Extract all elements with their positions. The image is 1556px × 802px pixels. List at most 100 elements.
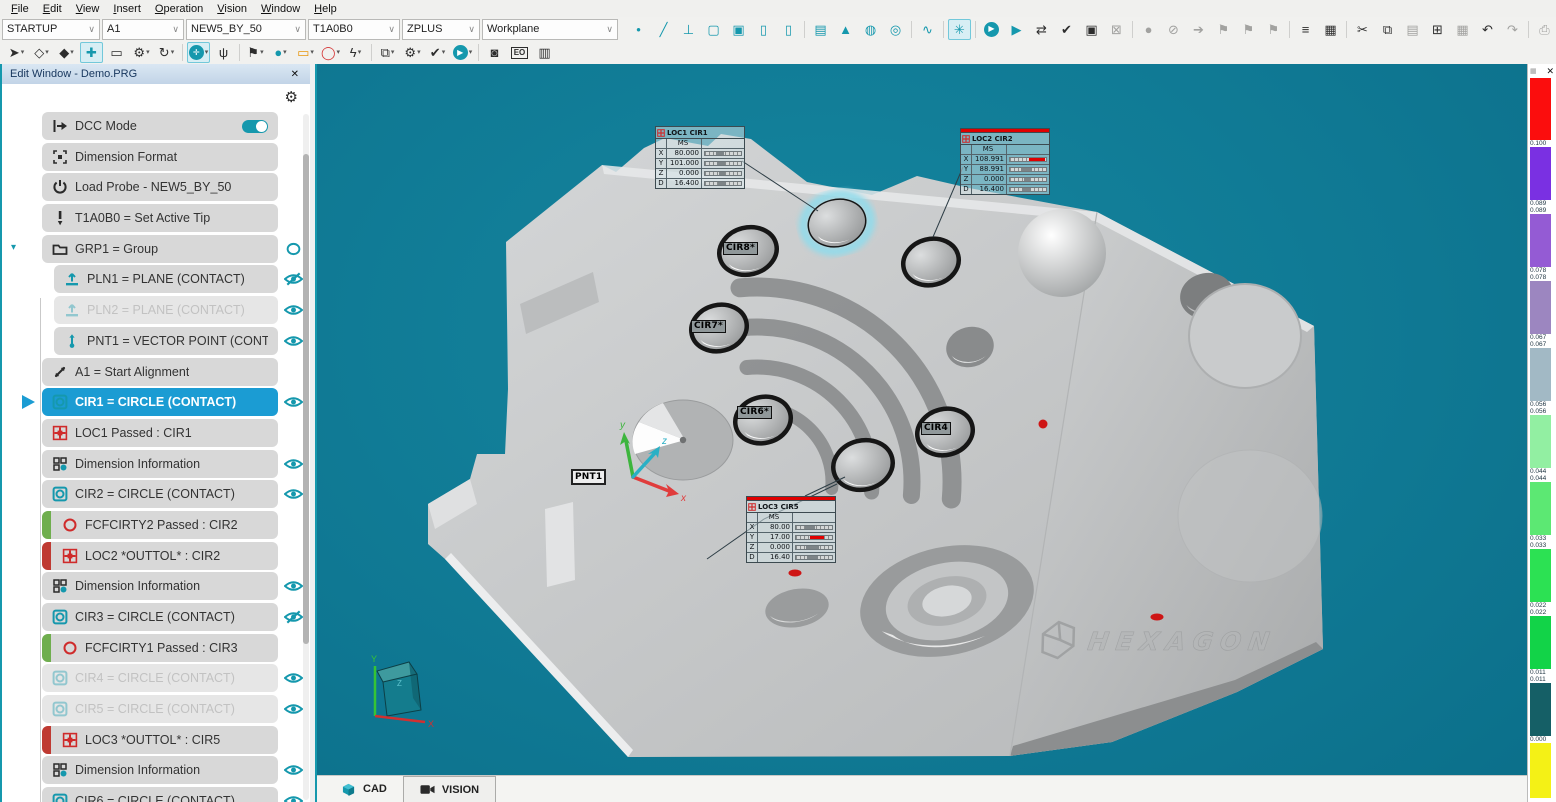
eye-icon[interactable] (284, 457, 303, 471)
report-window-icon[interactable]: ≡ (1294, 19, 1317, 40)
round-slot-feature-icon[interactable]: ▢ (702, 19, 725, 40)
bookmark-next-icon[interactable]: ⚑ (1237, 19, 1260, 40)
redo-icon[interactable]: ↷ (1501, 19, 1524, 40)
square-slot-feature-icon[interactable]: ▣ (727, 19, 750, 40)
eye-slash-icon[interactable] (284, 610, 303, 624)
gear-icon[interactable]: ⚙ (285, 88, 298, 106)
auto-feature-icon[interactable]: ✳ (948, 19, 971, 40)
tree-item-pln1[interactable]: PLN1 = PLANE (CONTACT) (2, 265, 310, 293)
cone-feature-icon[interactable]: ▲ (834, 19, 857, 40)
feature-id-display-icon[interactable]: ⚑▾ (244, 42, 267, 63)
lobe-display-icon[interactable]: ●▾ (269, 42, 292, 63)
camera-capture-icon[interactable]: ◙ (483, 42, 506, 63)
tab-cad[interactable]: CAD (325, 776, 403, 802)
go-to-icon[interactable]: ➔ (1187, 19, 1210, 40)
pan-mode-icon[interactable]: ✚ (80, 42, 103, 63)
tree-item-dim-info-2[interactable]: Dimension Information (2, 572, 310, 600)
undo-icon[interactable]: ↶ (1476, 19, 1499, 40)
eye-icon[interactable] (284, 671, 303, 685)
probe-file-select[interactable]: STARTUP∨ (2, 19, 100, 40)
tree-item-dimension-format[interactable]: Dimension Format (2, 143, 310, 171)
marked-sets-icon[interactable]: ▣ (1080, 19, 1103, 40)
torus-feature-icon[interactable]: ◎ (884, 19, 907, 40)
histogram-icon[interactable]: ▥ (533, 42, 556, 63)
orientation-cube[interactable]: Y X Z (371, 654, 434, 729)
workplane-select[interactable]: ZPLUS∨ (402, 19, 480, 40)
confirm-icon[interactable]: ✔▾ (426, 42, 449, 63)
cylinder-feature-icon[interactable]: ▤ (809, 19, 832, 40)
probe-toggle-icon[interactable]: ➤▾ (5, 42, 28, 63)
eye-icon[interactable] (284, 303, 303, 317)
edit-window-close-icon[interactable]: ✕ (288, 69, 302, 80)
eye-icon[interactable] (284, 334, 303, 348)
clear-breakpoint-icon[interactable]: ⊘ (1162, 19, 1185, 40)
notch-feature-icon[interactable]: ▯ (752, 19, 775, 40)
eye-slash-icon[interactable] (284, 272, 303, 286)
print-icon[interactable]: ⎙ (1533, 19, 1556, 40)
curve-feature-icon[interactable]: ∿ (916, 19, 939, 40)
tree-item-grp1[interactable]: ▾GRP1 = Group (2, 235, 310, 263)
eye-icon[interactable] (284, 579, 303, 593)
eye-icon[interactable] (284, 395, 303, 409)
window-layouts-icon[interactable]: ⧉▾ (376, 42, 399, 63)
done-icon[interactable]: ✔ (1055, 19, 1078, 40)
zoom-controls-icon[interactable]: ✛▾ (187, 42, 210, 63)
dim-box-loc3[interactable]: LOC3 CIR5MSX80.00Y17.00Z0.000D16.40 (746, 496, 836, 563)
menu-help[interactable]: Help (307, 2, 344, 16)
tree-item-cir4[interactable]: CIR4 = CIRCLE (CONTACT) (2, 664, 310, 692)
edit-window-titlebar[interactable]: Edit Window - Demo.PRG ✕ (2, 64, 310, 84)
dim-box-loc2[interactable]: LOC2 CIR2MSX108.991Y88.991Z0.000D16.400 (960, 128, 1050, 195)
tree-item-pln2[interactable]: PLN2 = PLANE (CONTACT) (2, 296, 310, 324)
play-controls-icon[interactable]: ▶▾ (451, 42, 474, 63)
visibility-circle-icon[interactable] (284, 242, 303, 256)
tree-item-dcc-mode[interactable]: DCC Mode (2, 112, 310, 140)
gage-circle-icon[interactable]: ◯▾ (319, 42, 342, 63)
workplane-label-select[interactable]: Workplane∨ (482, 19, 618, 40)
report-template-icon[interactable]: ▦ (1319, 19, 1342, 40)
tip-select[interactable]: T1A0B0∨ (308, 19, 400, 40)
menu-edit[interactable]: Edit (36, 2, 69, 16)
tree-item-cir2[interactable]: CIR2 = CIRCLE (CONTACT) (2, 480, 310, 508)
panel-splitter[interactable] (310, 64, 317, 802)
line-feature-icon[interactable]: ╱ (652, 19, 675, 40)
tree-item-loc3[interactable]: LOC3 *OUTTOL* : CIR5 (2, 726, 310, 754)
shaded-view-icon[interactable]: ◆▾ (55, 42, 78, 63)
gage-rectangle-icon[interactable]: ▭▾ (294, 42, 317, 63)
tree-item-dim-info-1[interactable]: Dimension Information (2, 450, 310, 478)
tree-item-cir5[interactable]: CIR5 = CIRCLE (CONTACT) (2, 695, 310, 723)
eye-icon[interactable] (284, 487, 303, 501)
feature-tag-cir4[interactable]: CIR4 (921, 422, 951, 435)
pattern-icon[interactable]: ▦ (1451, 19, 1474, 40)
bookmark-clear-icon[interactable]: ⚑ (1262, 19, 1285, 40)
cad-viewport[interactable]: HEXAGON y z x Y X Z LOC1 CIR1MSX80.000Y1 (317, 64, 1527, 775)
view-orientation-icon[interactable]: ◇▾ (30, 42, 53, 63)
tree-item-a1[interactable]: A1 = Start Alignment (2, 358, 310, 386)
breakpoint-icon[interactable]: ● (1137, 19, 1160, 40)
menu-window[interactable]: Window (254, 2, 307, 16)
quick-measure-icon[interactable]: ϟ▾ (344, 42, 367, 63)
menu-operation[interactable]: Operation (148, 2, 210, 16)
id-box-icon[interactable]: EO (508, 42, 531, 63)
tree-item-cir6[interactable]: CIR6 = CIRCLE (CONTACT) (2, 787, 310, 802)
expander-icon[interactable]: ▾ (11, 242, 16, 253)
scrollbar-thumb[interactable] (303, 154, 309, 644)
scale-options-icon[interactable]: ▦ (1530, 67, 1537, 75)
feature-tag-cir8[interactable]: CIR8* (723, 242, 758, 255)
rect-feature-icon[interactable]: ▯ (777, 19, 800, 40)
paste-special-icon[interactable]: ⊞ (1426, 19, 1449, 40)
annotation-icon[interactable]: ▭ (105, 42, 128, 63)
probe-select[interactable]: NEW5_BY_50∨ (186, 19, 306, 40)
feature-tag-cir6[interactable]: CIR6* (737, 406, 772, 419)
tree-item-pnt1[interactable]: PNT1 = VECTOR POINT (CONTACT) (2, 327, 310, 355)
tree-item-set-active-tip[interactable]: T1A0B0 = Set Active Tip (2, 204, 310, 232)
tree-item-fcfcirty1[interactable]: FCFCIRTY1 Passed : CIR3 (2, 634, 310, 662)
point-feature-icon[interactable]: • (627, 19, 650, 40)
scale-close-icon[interactable]: ✕ (1546, 66, 1554, 77)
menu-vision[interactable]: Vision (210, 2, 254, 16)
feature-tag-cir7[interactable]: CIR7* (691, 320, 726, 333)
loop-execute-icon[interactable]: ⇄ (1030, 19, 1053, 40)
feature-tag-pnt1[interactable]: PNT1 (571, 469, 606, 485)
eye-icon[interactable] (284, 763, 303, 777)
tree-scrollbar[interactable] (303, 114, 309, 800)
copy-icon[interactable]: ⧉ (1376, 19, 1399, 40)
